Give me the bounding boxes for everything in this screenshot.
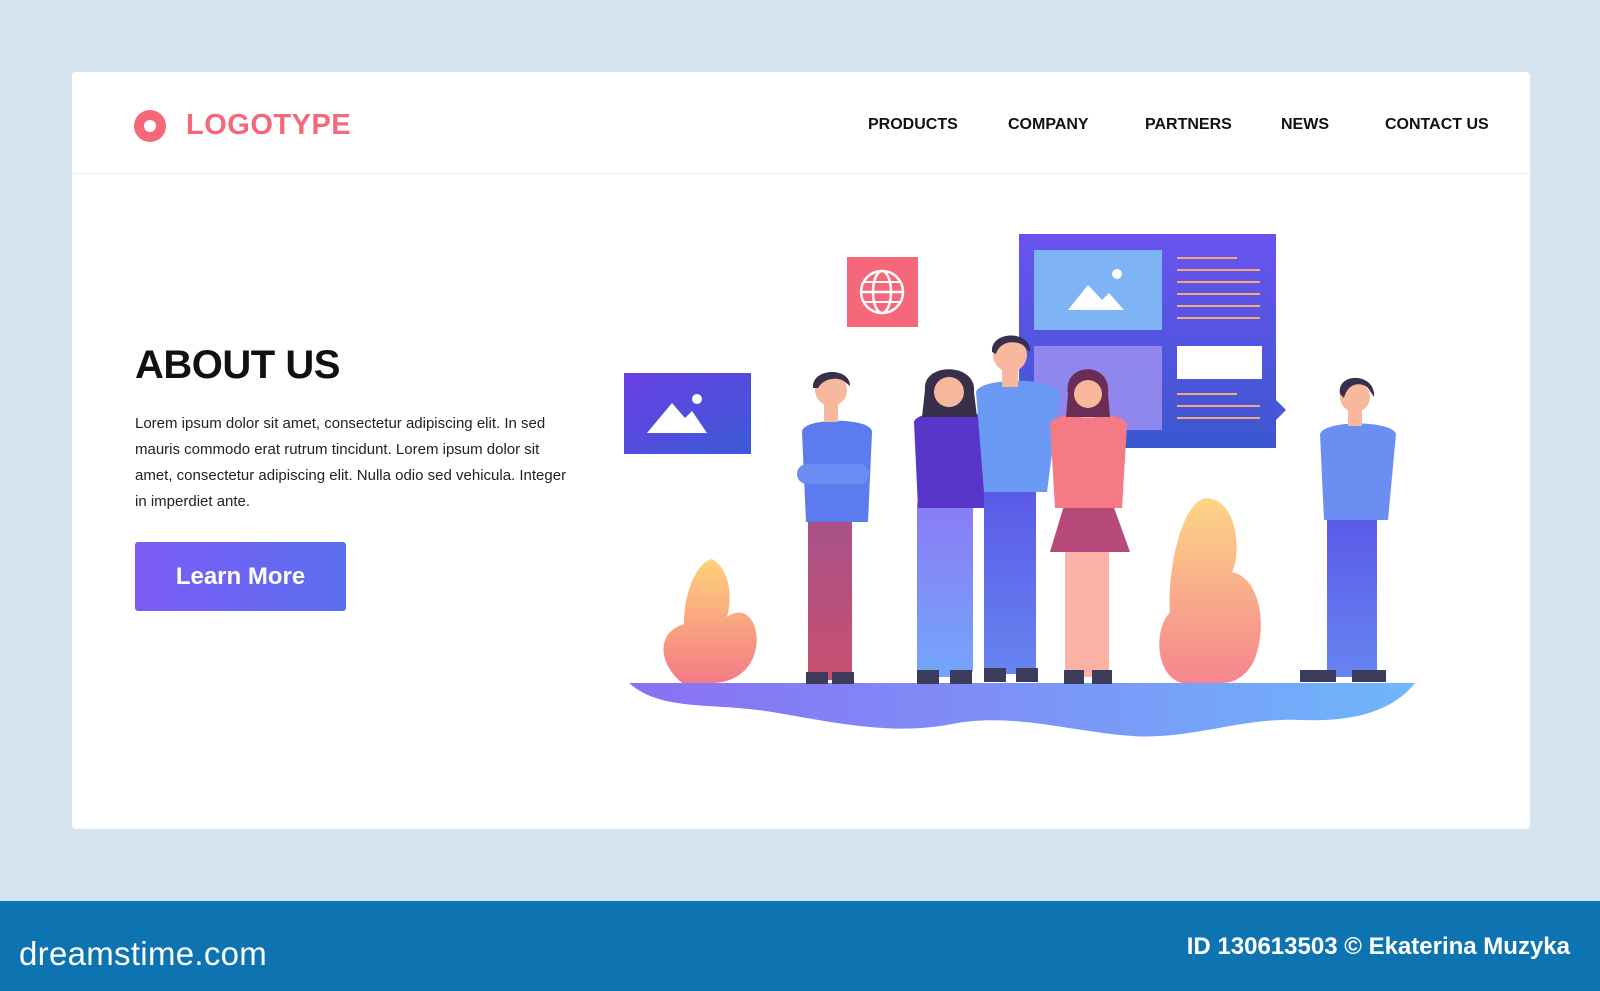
watermark-credit: ID 130613503 © Ekaterina Muzyka <box>1186 933 1570 960</box>
person-tall-man <box>976 335 1060 682</box>
image-icon <box>624 373 751 454</box>
floor-wave <box>629 683 1415 737</box>
landing-card: LOGOTYPE PRODUCTS COMPANY PARTNERS NEWS … <box>72 72 1530 829</box>
globe-icon <box>847 257 918 327</box>
team-illustration <box>624 234 1415 737</box>
person-arms-crossed <box>797 371 872 684</box>
plant-right <box>1159 498 1261 683</box>
content-panel <box>1019 234 1286 448</box>
person-standing-right <box>1300 377 1396 682</box>
watermark-brand: dreamstime.com <box>19 935 268 972</box>
plant-left <box>663 559 757 683</box>
